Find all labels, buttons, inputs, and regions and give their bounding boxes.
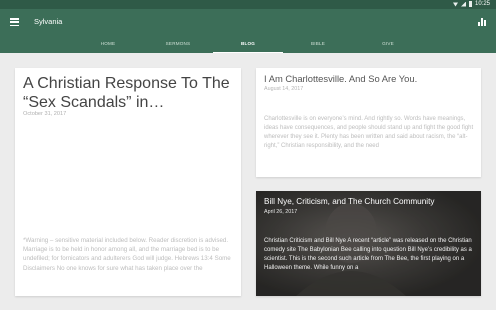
post-excerpt: Charlottesville is on everyone’s mind. A… — [264, 116, 474, 150]
tab-bible[interactable]: BIBLE — [283, 41, 353, 53]
menu-icon[interactable] — [10, 18, 19, 26]
status-icons: 10:25 — [452, 1, 490, 7]
blog-post-card[interactable]: I Am Charlottesville. And So Are You. Au… — [256, 68, 481, 177]
battery-icon — [468, 1, 472, 7]
tab-home[interactable]: HOME — [73, 41, 143, 53]
post-date: October 31, 2017 — [23, 111, 67, 117]
tab-give[interactable]: GIVE — [353, 41, 423, 53]
signal-icon — [460, 1, 466, 7]
post-excerpt: Christian Criticism and Bill Nye A recen… — [264, 238, 472, 272]
post-title: Bill Nye, Criticism, and The Church Comm… — [264, 197, 435, 206]
tab-blog[interactable]: BLOG — [213, 41, 283, 53]
post-date: April 26, 2017 — [264, 209, 298, 215]
app-bar: Sylvania HOME SERMONS BLOG BIBLE GIVE — [0, 9, 496, 53]
bar-chart-icon[interactable] — [478, 18, 486, 26]
post-date: August 14, 2017 — [264, 86, 304, 92]
post-title: I Am Charlottesville. And So Are You. — [264, 73, 418, 84]
post-title: A Christian Response To The “Sex Scandal… — [23, 75, 230, 111]
status-bar: 10:25 — [0, 0, 496, 9]
blog-post-card-featured[interactable]: Bill Nye, Criticism, and The Church Comm… — [256, 191, 481, 296]
post-excerpt: *Warning – sensitive material included b… — [23, 237, 231, 272]
tab-bar: HOME SERMONS BLOG BIBLE GIVE — [0, 39, 496, 53]
tab-sermons[interactable]: SERMONS — [143, 41, 213, 53]
wifi-icon — [452, 2, 458, 7]
status-time: 10:25 — [474, 1, 490, 7]
blog-post-card[interactable]: A Christian Response To The “Sex Scandal… — [15, 68, 241, 296]
app-title: Sylvania — [34, 17, 63, 26]
